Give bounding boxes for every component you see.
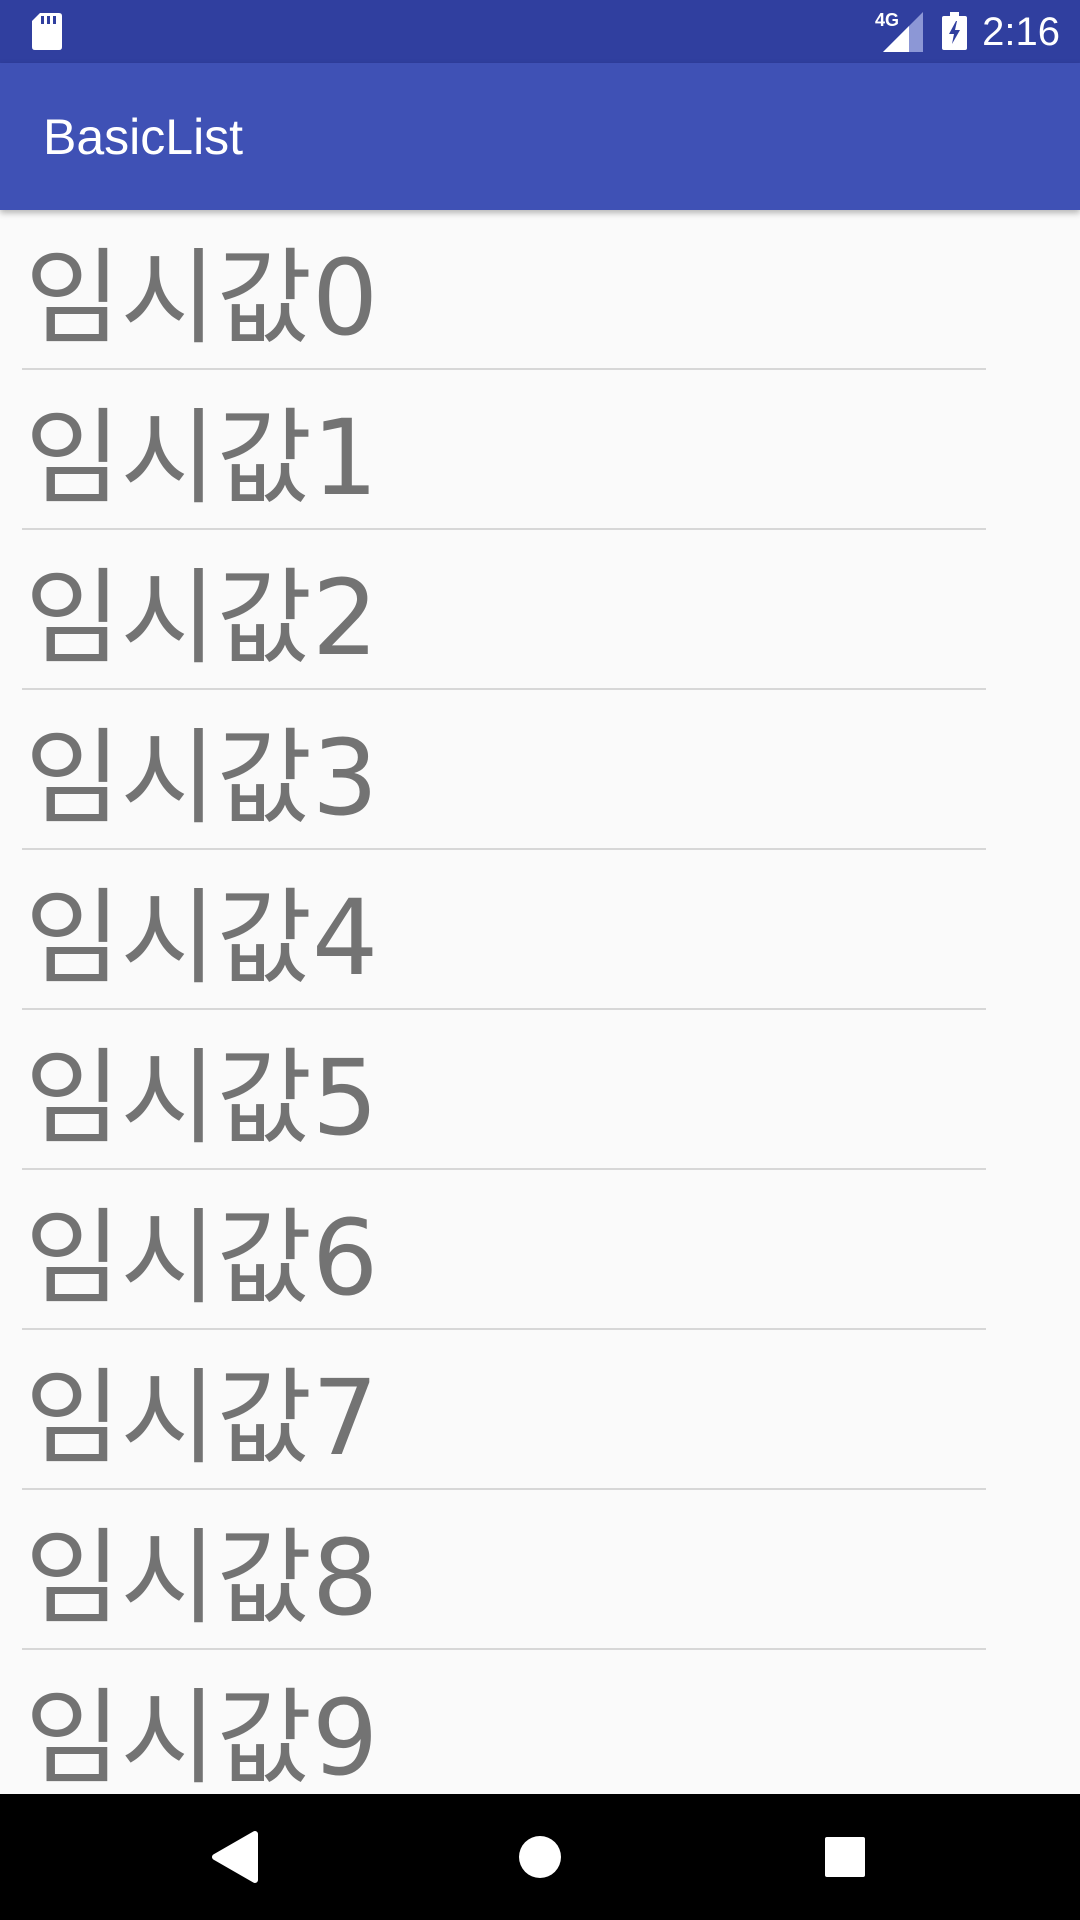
recents-icon[interactable] bbox=[812, 1824, 878, 1890]
back-icon[interactable] bbox=[202, 1824, 268, 1890]
list-item-label: 임시값6 bbox=[25, 1197, 379, 1319]
list-item[interactable]: 임시값9 bbox=[22, 1650, 986, 1794]
list-item[interactable]: 임시값3 bbox=[22, 690, 986, 850]
list-item-label: 임시값2 bbox=[25, 557, 379, 679]
status-clock: 2:16 bbox=[982, 10, 1060, 54]
list-item[interactable]: 임시값6 bbox=[22, 1170, 986, 1330]
list-item-label: 임시값4 bbox=[25, 877, 379, 999]
battery-charging-icon bbox=[942, 12, 967, 50]
navigation-bar bbox=[0, 1794, 1080, 1920]
list-item[interactable]: 임시값0 bbox=[22, 210, 986, 370]
list-item[interactable]: 임시값8 bbox=[22, 1490, 986, 1650]
list-item-label: 임시값0 bbox=[25, 237, 379, 359]
signal-icon bbox=[883, 12, 923, 52]
list-item-label: 임시값7 bbox=[25, 1357, 379, 1479]
list-item[interactable]: 임시값7 bbox=[22, 1330, 986, 1490]
list-item-label: 임시값5 bbox=[25, 1037, 379, 1159]
app-title: BasicList bbox=[43, 109, 244, 165]
list-item-label: 임시값3 bbox=[25, 717, 379, 839]
list-item-label: 임시값8 bbox=[25, 1517, 379, 1639]
list-item[interactable]: 임시값4 bbox=[22, 850, 986, 1010]
list-item[interactable]: 임시값2 bbox=[22, 530, 986, 690]
list-item-label: 임시값9 bbox=[25, 1677, 379, 1794]
sd-card-icon bbox=[32, 13, 62, 50]
list-item-label: 임시값1 bbox=[25, 397, 379, 519]
list-item[interactable]: 임시값5 bbox=[22, 1010, 986, 1170]
status-bar: 4G 2:16 bbox=[0, 0, 1080, 63]
home-icon[interactable] bbox=[507, 1824, 573, 1890]
app-bar: BasicList bbox=[0, 63, 1080, 210]
list-item[interactable]: 임시값1 bbox=[22, 370, 986, 530]
basic-list[interactable]: 임시값0 임시값1 임시값2 임시값3 임시값4 임시값5 임시값6 임시값7 … bbox=[0, 210, 1080, 1794]
